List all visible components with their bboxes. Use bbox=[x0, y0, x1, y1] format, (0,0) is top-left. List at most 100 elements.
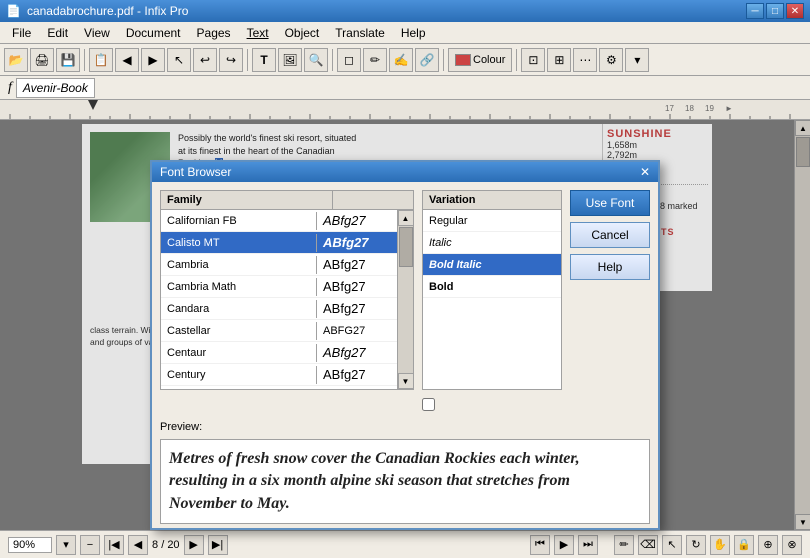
variation-bold-italic[interactable]: Bold Italic bbox=[423, 254, 561, 276]
menu-pages[interactable]: Pages bbox=[189, 24, 239, 42]
font-row-castellar[interactable]: Castellar ABFG27 bbox=[161, 320, 397, 342]
font-name-cambria: Cambria bbox=[161, 256, 317, 274]
rewind-button[interactable]: ⏮ bbox=[530, 535, 550, 555]
help-button[interactable]: Help bbox=[570, 254, 650, 280]
font-name-candara: Candara bbox=[161, 300, 317, 318]
font-scroll-up[interactable]: ▲ bbox=[398, 210, 414, 226]
toolbar-separator-2 bbox=[247, 49, 248, 71]
extra-tool-btn[interactable]: ⊕ bbox=[758, 535, 778, 555]
eraser-tool-btn[interactable]: ⌫ bbox=[638, 535, 658, 555]
dialog-title-text: Font Browser bbox=[160, 165, 231, 179]
crop-button[interactable]: ⊡ bbox=[521, 48, 545, 72]
extra-tool-btn-2[interactable]: ⊗ bbox=[782, 535, 802, 555]
nav-first-button[interactable]: |◀ bbox=[104, 535, 124, 555]
col-family-header: Family bbox=[161, 191, 333, 209]
ffwd-button[interactable]: ⏭ bbox=[578, 535, 598, 555]
maximize-button[interactable]: □ bbox=[766, 3, 784, 19]
ruler-marks: 17 18 19 ► bbox=[0, 100, 810, 119]
extract-button[interactable]: ⊞ bbox=[547, 48, 571, 72]
variation-regular[interactable]: Regular bbox=[423, 210, 561, 232]
zoom-display[interactable]: 90% bbox=[8, 537, 52, 553]
menu-object[interactable]: Object bbox=[277, 24, 328, 42]
minimize-button[interactable]: ─ bbox=[746, 3, 764, 19]
variation-header: Variation bbox=[423, 191, 561, 210]
copy-button[interactable]: 📋 bbox=[89, 48, 113, 72]
cancel-button[interactable]: Cancel bbox=[570, 222, 650, 248]
rotate-tool-btn[interactable]: ↻ bbox=[686, 535, 706, 555]
font-list-section: Family Californian FB ABfg27 Calisto MT bbox=[160, 190, 414, 413]
font-row-californian[interactable]: Californian FB ABfg27 bbox=[161, 210, 397, 232]
open-button[interactable]: 📂 bbox=[4, 48, 28, 72]
toolbar-separator-5 bbox=[516, 49, 517, 71]
font-list-scrollbar[interactable]: ▲ ▼ bbox=[397, 210, 413, 389]
image-tool[interactable]: 🖼 bbox=[278, 48, 302, 72]
menu-help[interactable]: Help bbox=[393, 24, 434, 42]
annotation-button[interactable]: ✍ bbox=[389, 48, 413, 72]
zoom-tool[interactable]: 🔍 bbox=[304, 48, 328, 72]
variation-regular-label: Regular bbox=[429, 215, 468, 227]
zoom-out-button[interactable]: − bbox=[80, 535, 100, 555]
menu-view[interactable]: View bbox=[76, 24, 118, 42]
colour-button[interactable]: Colour bbox=[448, 48, 512, 72]
menu-bar: File Edit View Document Pages Text Objec… bbox=[0, 22, 810, 44]
variation-bold[interactable]: Bold bbox=[423, 276, 561, 298]
preview-label: Preview: bbox=[152, 421, 658, 435]
font-name-display[interactable]: Avenir-Book bbox=[16, 78, 95, 98]
pen-button[interactable]: ✏ bbox=[363, 48, 387, 72]
embed-checkbox[interactable] bbox=[422, 398, 435, 411]
menu-edit[interactable]: Edit bbox=[39, 24, 76, 42]
font-row-cambria[interactable]: Cambria ABfg27 bbox=[161, 254, 397, 276]
font-row-candara[interactable]: Candara ABfg27 bbox=[161, 298, 397, 320]
variation-italic[interactable]: Italic bbox=[423, 232, 561, 254]
font-scroll-down[interactable]: ▼ bbox=[398, 373, 414, 389]
font-row-calisto[interactable]: Calisto MT ABfg27 bbox=[161, 232, 397, 254]
lock-tool-btn[interactable]: 🔒 bbox=[734, 535, 754, 555]
redo-button[interactable]: ↪ bbox=[219, 48, 243, 72]
font-table-body[interactable]: Californian FB ABfg27 Calisto MT ABfg27 … bbox=[161, 210, 397, 389]
font-scroll-track[interactable] bbox=[398, 226, 413, 373]
dropdown-button[interactable]: ▾ bbox=[625, 48, 649, 72]
menu-translate[interactable]: Translate bbox=[327, 24, 393, 42]
page-info: 8 / 20 bbox=[152, 539, 180, 551]
title-bar-controls[interactable]: ─ □ ✕ bbox=[746, 3, 804, 19]
font-row-century[interactable]: Century ABfg27 bbox=[161, 364, 397, 386]
menu-text[interactable]: Text bbox=[239, 24, 277, 42]
play-button[interactable]: ▶ bbox=[554, 535, 574, 555]
nav-last-button[interactable]: ▶| bbox=[208, 535, 228, 555]
font-preview-candara: ABfg27 bbox=[317, 298, 397, 319]
modal-overlay: Font Browser ✕ Family C bbox=[0, 120, 810, 530]
text-tool[interactable]: T bbox=[252, 48, 276, 72]
hand-tool-btn[interactable]: ✋ bbox=[710, 535, 730, 555]
nav-button-2[interactable]: ▶ bbox=[141, 48, 165, 72]
shapes-button[interactable]: ◻ bbox=[337, 48, 361, 72]
font-row-centaur[interactable]: Centaur ABfg27 bbox=[161, 342, 397, 364]
dialog-buttons: Use Font Cancel Help bbox=[570, 190, 650, 413]
dialog-close-button[interactable]: ✕ bbox=[640, 165, 650, 179]
font-name-centaur: Centaur bbox=[161, 344, 317, 362]
link-button[interactable]: 🔗 bbox=[415, 48, 439, 72]
more-button[interactable]: ⋯ bbox=[573, 48, 597, 72]
font-scroll-thumb[interactable] bbox=[399, 227, 413, 267]
undo-button[interactable]: ↩ bbox=[193, 48, 217, 72]
font-preview-calisto: ABfg27 bbox=[317, 232, 397, 253]
close-button[interactable]: ✕ bbox=[786, 3, 804, 19]
preview-text: Metres of fresh snow cover the Canadian … bbox=[169, 448, 641, 515]
zoom-dropdown-button[interactable]: ▾ bbox=[56, 535, 76, 555]
font-row-cambria-math[interactable]: Cambria Math ABfg27 bbox=[161, 276, 397, 298]
use-font-button[interactable]: Use Font bbox=[570, 190, 650, 216]
nav-button[interactable]: ◀ bbox=[115, 48, 139, 72]
main-area: Possibly the world's finest ski resort, … bbox=[0, 120, 810, 530]
pencil-tool-btn[interactable]: ✏ bbox=[614, 535, 634, 555]
save-button[interactable]: 💾 bbox=[56, 48, 80, 72]
select-button[interactable]: ↖ bbox=[167, 48, 191, 72]
nav-next-button[interactable]: ▶ bbox=[184, 535, 204, 555]
nav-prev-button[interactable]: ◀ bbox=[128, 535, 148, 555]
print-button[interactable]: 🖨 bbox=[30, 48, 54, 72]
menu-document[interactable]: Document bbox=[118, 24, 189, 42]
col-preview-header bbox=[333, 191, 413, 209]
settings-button[interactable]: ⚙ bbox=[599, 48, 623, 72]
variation-section: Variation Regular Italic Bold Italic Bol… bbox=[422, 190, 562, 413]
pointer-tool-btn[interactable]: ↖ bbox=[662, 535, 682, 555]
toolbar-separator-3 bbox=[332, 49, 333, 71]
menu-file[interactable]: File bbox=[4, 24, 39, 42]
